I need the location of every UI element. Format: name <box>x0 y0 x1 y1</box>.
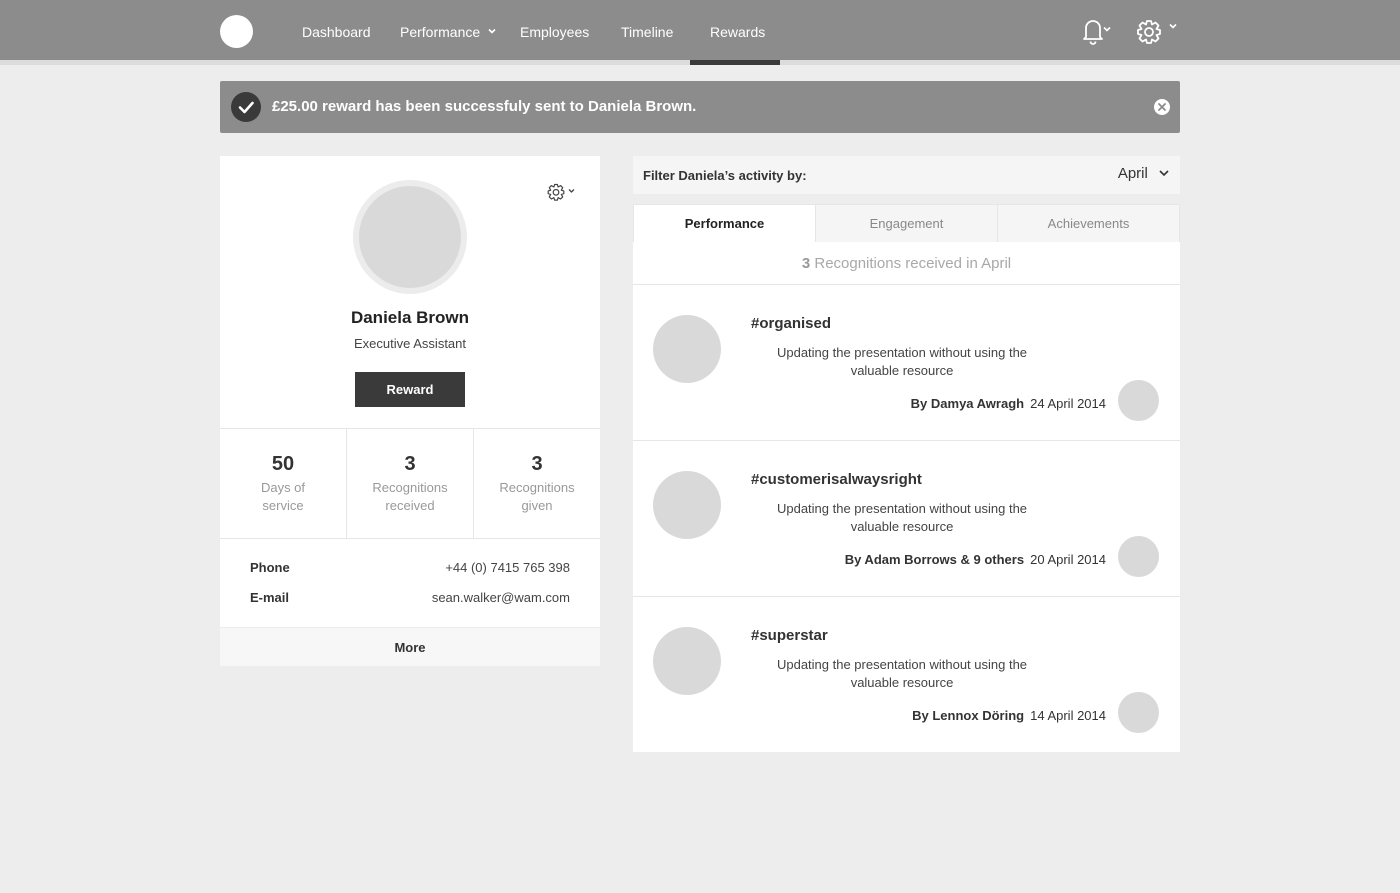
recognition-date: 14 April 2014 <box>1030 708 1106 723</box>
stat-recognitions-given: 3 Recognitions given <box>473 429 600 538</box>
recognition-description: Updating the presentation without using … <box>776 345 1028 378</box>
stat-label: Recognitions given <box>499 480 575 513</box>
nav-timeline[interactable]: Timeline <box>621 24 673 40</box>
recognition-meta: By Damya Awragh 24 April 2014 <box>911 396 1106 411</box>
month-select-value: April <box>1117 165 1148 182</box>
tab-achievements[interactable]: Achievements <box>998 204 1180 243</box>
stat-value: 3 <box>531 453 543 475</box>
stat-label: Recognitions received <box>372 480 448 513</box>
activity-filter: Filter Daniela’s activity by: April <box>633 156 1180 194</box>
profile-name: Daniela Brown <box>350 308 470 327</box>
author-avatar[interactable] <box>1118 692 1159 733</box>
checkmark-icon <box>231 92 261 122</box>
email-value[interactable]: sean.walker@wam.com <box>432 590 570 605</box>
profile-card: Daniela Brown Executive Assistant Reward… <box>220 156 600 666</box>
nav-dashboard[interactable]: Dashboard <box>302 24 371 40</box>
recognition-tag[interactable]: #organised <box>751 315 831 332</box>
recognition-tag[interactable]: #customerisalwaysright <box>751 471 922 488</box>
profile-settings-button[interactable] <box>546 182 580 209</box>
author-avatar[interactable] <box>1118 536 1159 577</box>
recognition-description: Updating the presentation without using … <box>776 657 1028 690</box>
stat-recognitions-received: 3 Recognitions received <box>346 429 473 538</box>
recognition-meta: By Lennox Döring 14 April 2014 <box>912 708 1106 723</box>
profile-stats: 50 Days of service 3 Recognitions received… <box>220 428 600 539</box>
tab-performance[interactable]: Performance <box>633 204 816 243</box>
recognition-author[interactable]: By Damya Awragh <box>911 396 1024 411</box>
chevron-down-icon <box>1159 170 1169 177</box>
nav-active-indicator <box>690 60 780 65</box>
phone-label: Phone <box>250 560 290 575</box>
stat-value: 50 <box>271 453 295 475</box>
bell-icon <box>1083 20 1111 45</box>
activity-tabs: Performance Engagement Achievements <box>633 204 1180 243</box>
recognition-feed: 3 Recognitions received in April #organi… <box>633 242 1180 752</box>
recipient-avatar <box>653 471 721 539</box>
profile-avatar <box>353 180 467 294</box>
recognition-summary: 3 Recognitions received in April <box>633 242 1180 285</box>
month-select[interactable]: April <box>1118 165 1170 182</box>
reward-button[interactable]: Reward <box>355 372 465 407</box>
more-button[interactable]: More <box>220 627 600 666</box>
success-alert: £25.00 reward has been successfuly sent … <box>220 81 1180 133</box>
chevron-down-icon[interactable] <box>487 26 497 36</box>
nav-employees[interactable]: Employees <box>520 24 589 40</box>
recognition-meta: By Adam Borrows & 9 others 20 April 2014 <box>845 552 1106 567</box>
recognition-count: 3 <box>801 255 811 272</box>
recognition-summary-text: Recognitions received in April <box>814 255 1012 272</box>
stat-label: Days of service <box>260 480 306 513</box>
filter-label: Filter Daniela’s activity by: <box>643 168 807 183</box>
stat-days-of-service: 50 Days of service <box>220 429 346 538</box>
recognition-description: Updating the presentation without using … <box>776 501 1028 534</box>
recognition-author[interactable]: By Adam Borrows & 9 others <box>845 552 1024 567</box>
stat-value: 3 <box>404 453 416 475</box>
settings-button[interactable] <box>1133 14 1181 55</box>
recognition-date: 20 April 2014 <box>1030 552 1106 567</box>
alert-message: £25.00 reward has been successfuly sent … <box>272 98 697 115</box>
recognition-item: #superstar Updating the presentation wit… <box>633 597 1180 753</box>
notifications-button[interactable] <box>1073 14 1113 53</box>
nav-performance[interactable]: Performance <box>400 24 480 40</box>
recipient-avatar <box>653 315 721 383</box>
author-avatar[interactable] <box>1118 380 1159 421</box>
recognition-author[interactable]: By Lennox Döring <box>912 708 1024 723</box>
gear-icon <box>1137 20 1177 44</box>
gear-icon <box>547 183 575 201</box>
recipient-avatar <box>653 627 721 695</box>
phone-value[interactable]: +44 (0) 7415 765 398 <box>445 560 570 575</box>
nav-rewards[interactable]: Rewards <box>710 24 765 40</box>
close-icon[interactable] <box>1154 99 1170 115</box>
profile-role: Executive Assistant <box>354 336 466 351</box>
recognition-tag[interactable]: #superstar <box>751 627 828 644</box>
recognition-date: 24 April 2014 <box>1030 396 1106 411</box>
tab-engagement[interactable]: Engagement <box>816 204 998 243</box>
email-label: E-mail <box>250 590 290 605</box>
top-navigation-bar: Dashboard Performance Employees Timeline… <box>0 0 1400 60</box>
recognition-item: #customerisalwaysright Updating the pres… <box>633 441 1180 597</box>
logo[interactable] <box>220 15 253 48</box>
recognition-item: #organised Updating the presentation wit… <box>633 285 1180 441</box>
